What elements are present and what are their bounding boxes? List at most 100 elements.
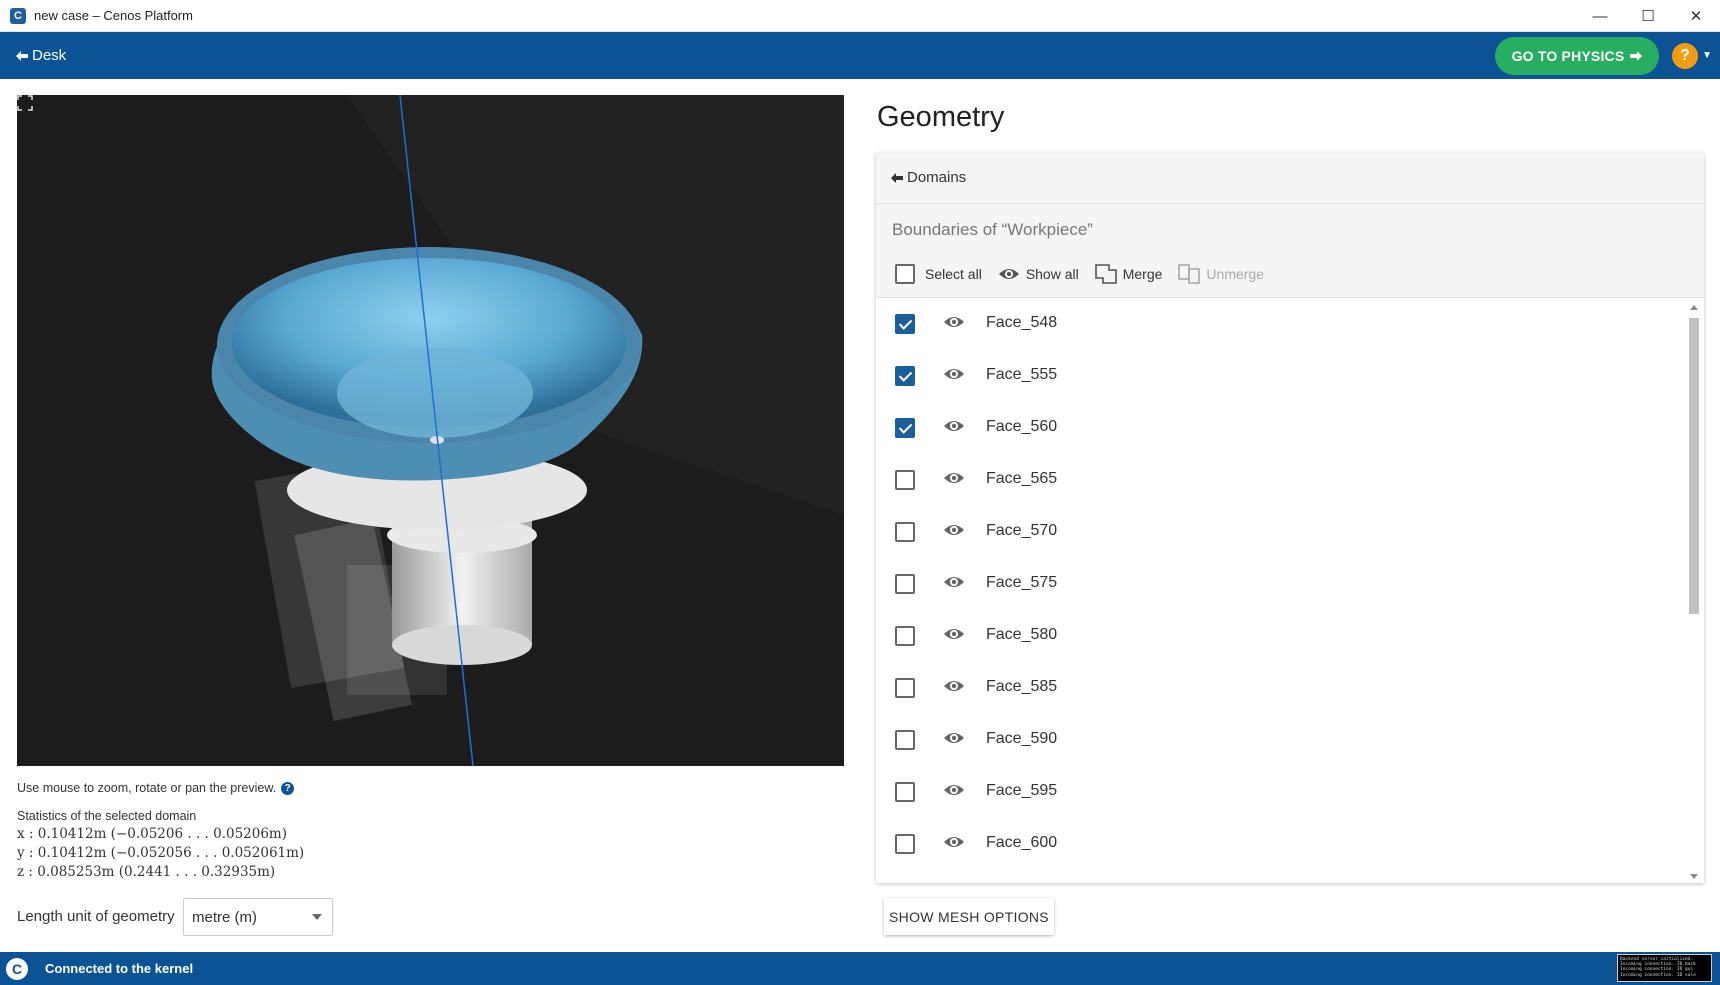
- face-row[interactable]: Face_595: [876, 767, 1686, 819]
- face-label: Face_570: [986, 522, 1058, 539]
- status-text: Connected to the kernel: [45, 961, 194, 976]
- face-row[interactable]: Face_560: [876, 403, 1686, 455]
- face-row[interactable]: Face_570: [876, 507, 1686, 559]
- face-checkbox[interactable]: [895, 470, 915, 490]
- unmerge-icon: [1178, 264, 1201, 284]
- minimize-button[interactable]: —: [1576, 0, 1624, 32]
- desk-back-link[interactable]: Desk: [16, 47, 66, 64]
- eye-icon[interactable]: [943, 367, 965, 381]
- arrow-right-icon: [1630, 51, 1643, 61]
- length-unit-label: Length unit of geometry: [17, 908, 175, 925]
- eye-icon[interactable]: [943, 523, 965, 537]
- face-checkbox[interactable]: [895, 574, 915, 594]
- boundaries-toolbar: Select all Show all Merge Unmerge: [895, 264, 1280, 284]
- domains-label: Domains: [907, 169, 967, 186]
- show-all-button[interactable]: Show all: [998, 266, 1079, 282]
- domains-back-link[interactable]: Domains: [891, 169, 966, 186]
- face-label: Face_590: [986, 730, 1058, 747]
- eye-icon[interactable]: [943, 575, 965, 589]
- divider: [876, 203, 1704, 204]
- go-to-physics-label: GO TO PHYSICS: [1511, 48, 1625, 64]
- geometry-3d-viewer[interactable]: [17, 95, 844, 766]
- page-title: Geometry: [877, 101, 1005, 133]
- window-title: new case – Cenos Platform: [34, 8, 193, 23]
- face-label: Face_555: [986, 366, 1058, 383]
- eye-icon[interactable]: [943, 679, 965, 693]
- face-row[interactable]: Face_565: [876, 455, 1686, 507]
- close-button[interactable]: ✕: [1672, 0, 1720, 32]
- show-all-label: Show all: [1025, 266, 1079, 282]
- stat-z: z : 0.085253m (0.2441 . . . 0.32935m): [17, 864, 276, 880]
- scroll-down-icon[interactable]: [1690, 874, 1698, 879]
- select-all-checkbox[interactable]: [895, 264, 915, 284]
- face-label: Face_548: [986, 314, 1058, 331]
- face-label: Face_585: [986, 678, 1058, 695]
- face-checkbox[interactable]: [895, 522, 915, 542]
- face-label: Face_600: [986, 834, 1058, 851]
- eye-icon[interactable]: [943, 315, 965, 329]
- face-label: Face_595: [986, 782, 1058, 799]
- unmerge-button[interactable]: Unmerge: [1178, 264, 1264, 284]
- stats-title: Statistics of the selected domain: [17, 809, 197, 823]
- face-row[interactable]: Face_580: [876, 611, 1686, 663]
- help-circle-icon[interactable]: ?: [281, 781, 295, 795]
- eye-icon[interactable]: [943, 835, 965, 849]
- face-checkbox[interactable]: [895, 834, 915, 854]
- cenos-logo-icon: C: [6, 957, 28, 980]
- eye-icon[interactable]: [943, 731, 965, 745]
- face-row[interactable]: Face_585: [876, 663, 1686, 715]
- go-to-physics-button[interactable]: GO TO PHYSICS: [1495, 37, 1659, 75]
- face-label: Face_565: [986, 470, 1058, 487]
- window-controls: — ☐ ✕: [1576, 0, 1720, 32]
- scroll-thumb[interactable]: [1689, 318, 1699, 614]
- eye-icon: [998, 269, 1019, 279]
- arrow-left-icon: [16, 50, 28, 61]
- console-line: Incoming connection. ID sale: [1620, 972, 1696, 978]
- face-row[interactable]: Face_590: [876, 715, 1686, 767]
- scroll-up-icon[interactable]: [1690, 305, 1698, 310]
- window-titlebar: C new case – Cenos Platform — ☐ ✕: [0, 0, 1720, 32]
- face-checkbox[interactable]: [895, 418, 915, 438]
- face-checkbox[interactable]: [895, 730, 915, 750]
- face-label: Face_560: [986, 418, 1058, 435]
- face-row[interactable]: Face_600: [876, 819, 1686, 871]
- merge-icon: [1094, 264, 1117, 284]
- face-label: Face_580: [986, 626, 1058, 643]
- boundaries-panel: Domains Boundaries of “Workpiece” Select…: [876, 153, 1704, 883]
- boundaries-title: Boundaries of “Workpiece”: [892, 220, 1093, 239]
- face-checkbox[interactable]: [895, 626, 915, 646]
- eye-icon[interactable]: [943, 627, 965, 641]
- face-label: Face_575: [986, 574, 1058, 591]
- status-bar: C Connected to the kernel Backend server…: [0, 952, 1720, 985]
- arrow-left-icon: [891, 172, 903, 183]
- face-checkbox[interactable]: [895, 366, 915, 386]
- face-row[interactable]: Face_575: [876, 559, 1686, 611]
- face-checkbox[interactable]: [895, 314, 915, 334]
- length-unit-select[interactable]: metre (m): [183, 898, 333, 936]
- app-header: Desk GO TO PHYSICS ? ▼: [0, 32, 1720, 79]
- merge-label: Merge: [1122, 266, 1163, 282]
- stat-y: y : 0.10412m (−0.052056 . . . 0.052061m): [17, 845, 305, 861]
- maximize-button[interactable]: ☐: [1624, 0, 1672, 32]
- viewer-hint: Use mouse to zoom, rotate or pan the pre…: [17, 781, 295, 795]
- face-row[interactable]: Face_555: [876, 351, 1686, 403]
- help-button[interactable]: ?: [1672, 43, 1698, 69]
- face-list-scrollbar[interactable]: [1688, 303, 1700, 881]
- fullscreen-icon[interactable]: [17, 95, 33, 111]
- eye-icon[interactable]: [943, 471, 965, 485]
- help-dropdown-icon[interactable]: ▼: [1702, 50, 1712, 61]
- eye-icon[interactable]: [943, 419, 965, 433]
- face-checkbox[interactable]: [895, 678, 915, 698]
- face-checkbox[interactable]: [895, 782, 915, 802]
- boundaries-panel-header: Domains Boundaries of “Workpiece” Select…: [876, 153, 1704, 298]
- show-mesh-options-button[interactable]: SHOW MESH OPTIONS: [884, 898, 1054, 935]
- face-list: Face_548 Face_555 Face_560 Face_565 Face_570…: [876, 299, 1704, 879]
- select-all-control[interactable]: Select all: [895, 264, 982, 284]
- geometry-render: [17, 95, 844, 766]
- stat-x: x : 0.10412m (−0.05206 . . . 0.05206m): [17, 826, 287, 842]
- eye-icon[interactable]: [943, 783, 965, 797]
- merge-button[interactable]: Merge: [1094, 264, 1163, 284]
- face-row[interactable]: Face_548: [876, 299, 1686, 351]
- desk-label: Desk: [32, 47, 67, 64]
- console-preview[interactable]: Backend server initialized. Incoming con…: [1617, 954, 1712, 982]
